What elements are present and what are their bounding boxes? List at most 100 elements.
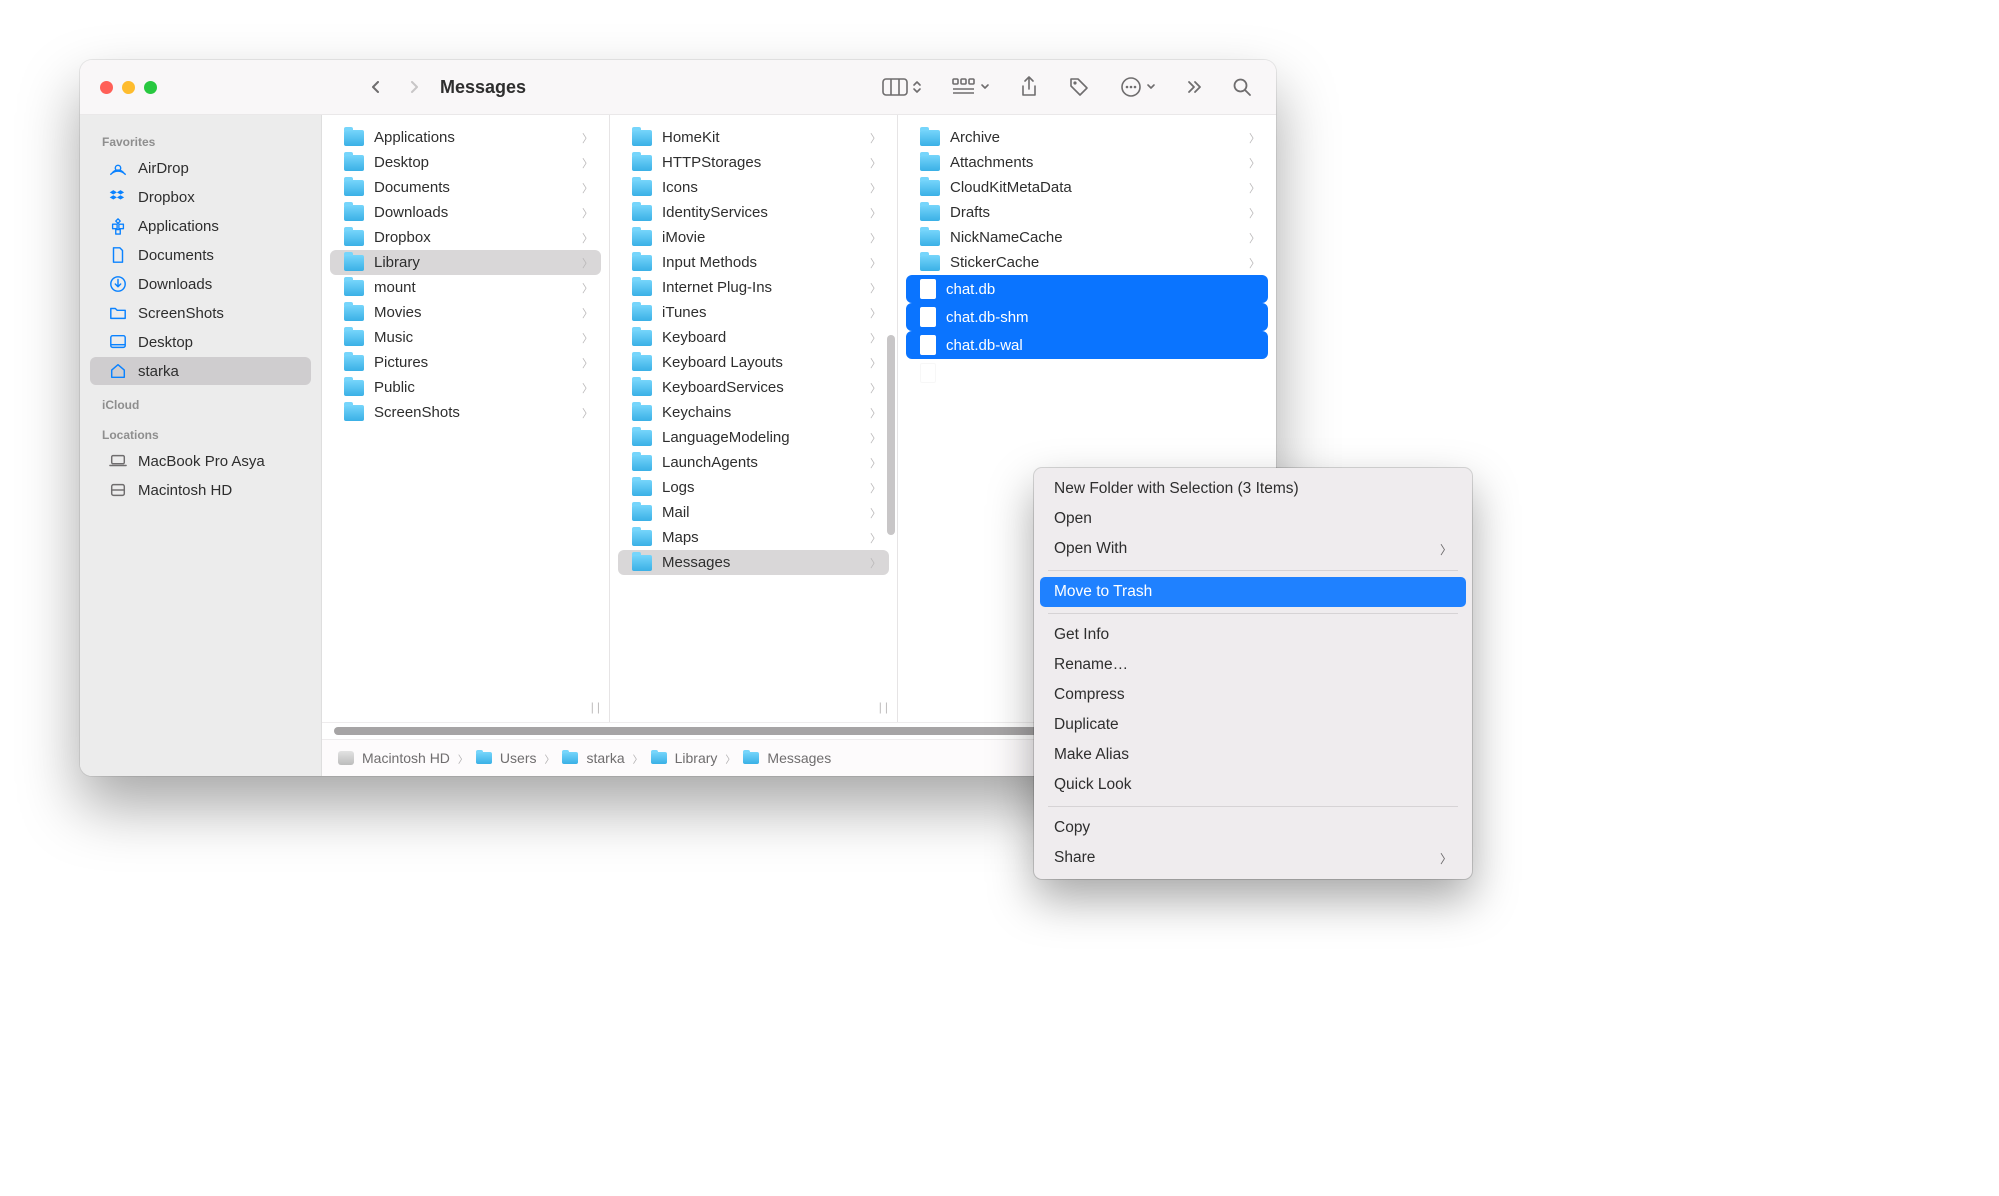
vertical-scrollbar[interactable] xyxy=(887,335,895,535)
sidebar-item-screenshots[interactable]: ScreenShots xyxy=(90,299,311,327)
folder-row[interactable]: Music〉 xyxy=(330,325,601,350)
chevron-right-icon: 〉 xyxy=(582,330,593,346)
menu-item-copy[interactable]: Copy xyxy=(1040,813,1466,843)
folder-row[interactable]: Public〉 xyxy=(330,375,601,400)
folder-row[interactable]: Downloads〉 xyxy=(330,200,601,225)
row-label: HTTPStorages xyxy=(662,154,761,171)
folder-icon xyxy=(344,355,364,371)
path-segment[interactable]: Library xyxy=(675,750,718,766)
sidebar-item-airdrop[interactable]: AirDrop xyxy=(90,154,311,182)
folder-row[interactable]: Archive〉 xyxy=(906,125,1268,150)
folder-row[interactable]: Movies〉 xyxy=(330,300,601,325)
folder-row[interactable]: Input Methods〉 xyxy=(618,250,889,275)
share-button[interactable] xyxy=(1020,76,1038,98)
sidebar-item-macbook-pro-asya[interactable]: MacBook Pro Asya xyxy=(90,447,311,475)
more-button[interactable] xyxy=(1120,76,1156,98)
path-separator-icon: 〉 xyxy=(458,751,468,766)
menu-item-label: Move to Trash xyxy=(1054,583,1152,601)
menu-item-get-info[interactable]: Get Info xyxy=(1040,620,1466,650)
sidebar-item-desktop[interactable]: Desktop xyxy=(90,328,311,356)
file-row[interactable]: chat.db-shm xyxy=(906,303,1268,331)
folder-row[interactable]: Messages〉 xyxy=(618,550,889,575)
column-resize-handle[interactable]: || xyxy=(879,700,891,714)
folder-row[interactable]: iMovie〉 xyxy=(618,225,889,250)
folder-row[interactable]: LaunchAgents〉 xyxy=(618,450,889,475)
group-button[interactable] xyxy=(952,78,990,96)
menu-item-quick-look[interactable]: Quick Look xyxy=(1040,770,1466,800)
folder-row[interactable]: Keyboard〉 xyxy=(618,325,889,350)
column-resize-handle[interactable]: || xyxy=(591,700,603,714)
path-segment[interactable]: Macintosh HD xyxy=(362,750,450,766)
folder-row[interactable]: Pictures〉 xyxy=(330,350,601,375)
file-row[interactable]: chat.db xyxy=(906,275,1268,303)
sidebar-item-applications[interactable]: Applications xyxy=(90,212,311,240)
sidebar-item-downloads[interactable]: Downloads xyxy=(90,270,311,298)
folder-row[interactable]: mount〉 xyxy=(330,275,601,300)
folder-row[interactable]: StickerCache〉 xyxy=(906,250,1268,275)
folder-row[interactable]: KeyboardServices〉 xyxy=(618,375,889,400)
menu-item-duplicate[interactable]: Duplicate xyxy=(1040,710,1466,740)
file-row[interactable] xyxy=(906,359,1268,387)
folder-row[interactable]: iTunes〉 xyxy=(618,300,889,325)
overflow-button[interactable] xyxy=(1186,80,1202,94)
folder-row[interactable]: Applications〉 xyxy=(330,125,601,150)
menu-item-compress[interactable]: Compress xyxy=(1040,680,1466,710)
down-icon xyxy=(108,274,128,294)
folder-row[interactable]: Logs〉 xyxy=(618,475,889,500)
folder-row[interactable]: LanguageModeling 〉 xyxy=(618,425,889,450)
folder-row[interactable]: Attachments〉 xyxy=(906,150,1268,175)
folder-row[interactable]: Keyboard Layouts〉 xyxy=(618,350,889,375)
sidebar-item-starka[interactable]: starka xyxy=(90,357,311,385)
folder-row[interactable]: ScreenShots〉 xyxy=(330,400,601,425)
menu-item-new-folder-with-selection-3-items[interactable]: New Folder with Selection (3 Items) xyxy=(1040,474,1466,504)
search-button[interactable] xyxy=(1232,77,1252,97)
folder-row[interactable]: Documents〉 xyxy=(330,175,601,200)
tags-button[interactable] xyxy=(1068,76,1090,98)
folder-row[interactable]: HTTPStorages〉 xyxy=(618,150,889,175)
zoom-window-button[interactable] xyxy=(144,81,157,94)
path-segment[interactable]: starka xyxy=(586,750,624,766)
folder-row[interactable]: Dropbox〉 xyxy=(330,225,601,250)
folder-icon xyxy=(344,280,364,296)
folder-row[interactable]: CloudKitMetaData〉 xyxy=(906,175,1268,200)
folder-row[interactable]: NickNameCache〉 xyxy=(906,225,1268,250)
back-button[interactable] xyxy=(370,81,382,93)
sidebar-item-documents[interactable]: Documents xyxy=(90,241,311,269)
file-row[interactable]: chat.db-wal xyxy=(906,331,1268,359)
close-window-button[interactable] xyxy=(100,81,113,94)
chevron-right-icon: 〉 xyxy=(870,430,881,446)
view-mode-button[interactable] xyxy=(882,78,922,96)
path-segment[interactable]: Messages xyxy=(767,750,831,766)
sidebar-item-macintosh-hd[interactable]: Macintosh HD xyxy=(90,476,311,504)
menu-item-move-to-trash[interactable]: Move to Trash xyxy=(1040,577,1466,607)
sidebar-item-dropbox[interactable]: Dropbox xyxy=(90,183,311,211)
chevron-right-icon: 〉 xyxy=(582,280,593,296)
folder-row[interactable]: Icons〉 xyxy=(618,175,889,200)
minimize-window-button[interactable] xyxy=(122,81,135,94)
folder-row[interactable]: IdentityServices〉 xyxy=(618,200,889,225)
menu-item-rename[interactable]: Rename… xyxy=(1040,650,1466,680)
row-label: LanguageModeling xyxy=(662,429,790,446)
menu-item-open-with[interactable]: Open With〉 xyxy=(1040,534,1466,564)
folder-row[interactable]: Keychains〉 xyxy=(618,400,889,425)
menu-item-share[interactable]: Share〉 xyxy=(1040,843,1466,873)
sidebar-item-label: Downloads xyxy=(138,276,212,293)
row-label: Pictures xyxy=(374,354,428,371)
folder-row[interactable]: Mail〉 xyxy=(618,500,889,525)
row-label: CloudKitMetaData xyxy=(950,179,1072,196)
folder-row[interactable]: Internet Plug-Ins〉 xyxy=(618,275,889,300)
forward-button[interactable] xyxy=(408,81,420,93)
chevron-right-icon: 〉 xyxy=(870,255,881,271)
menu-item-label: Duplicate xyxy=(1054,716,1119,734)
folder-row[interactable]: Drafts〉 xyxy=(906,200,1268,225)
menu-item-open[interactable]: Open xyxy=(1040,504,1466,534)
folder-row[interactable]: Desktop〉 xyxy=(330,150,601,175)
folder-row[interactable]: HomeKit〉 xyxy=(618,125,889,150)
menu-item-label: Rename… xyxy=(1054,656,1128,674)
folder-row[interactable]: Maps〉 xyxy=(618,525,889,550)
row-label: Public xyxy=(374,379,415,396)
menu-item-make-alias[interactable]: Make Alias xyxy=(1040,740,1466,770)
path-segment[interactable]: Users xyxy=(500,750,537,766)
folder-row[interactable]: Library〉 xyxy=(330,250,601,275)
chevron-right-icon: 〉 xyxy=(870,205,881,221)
